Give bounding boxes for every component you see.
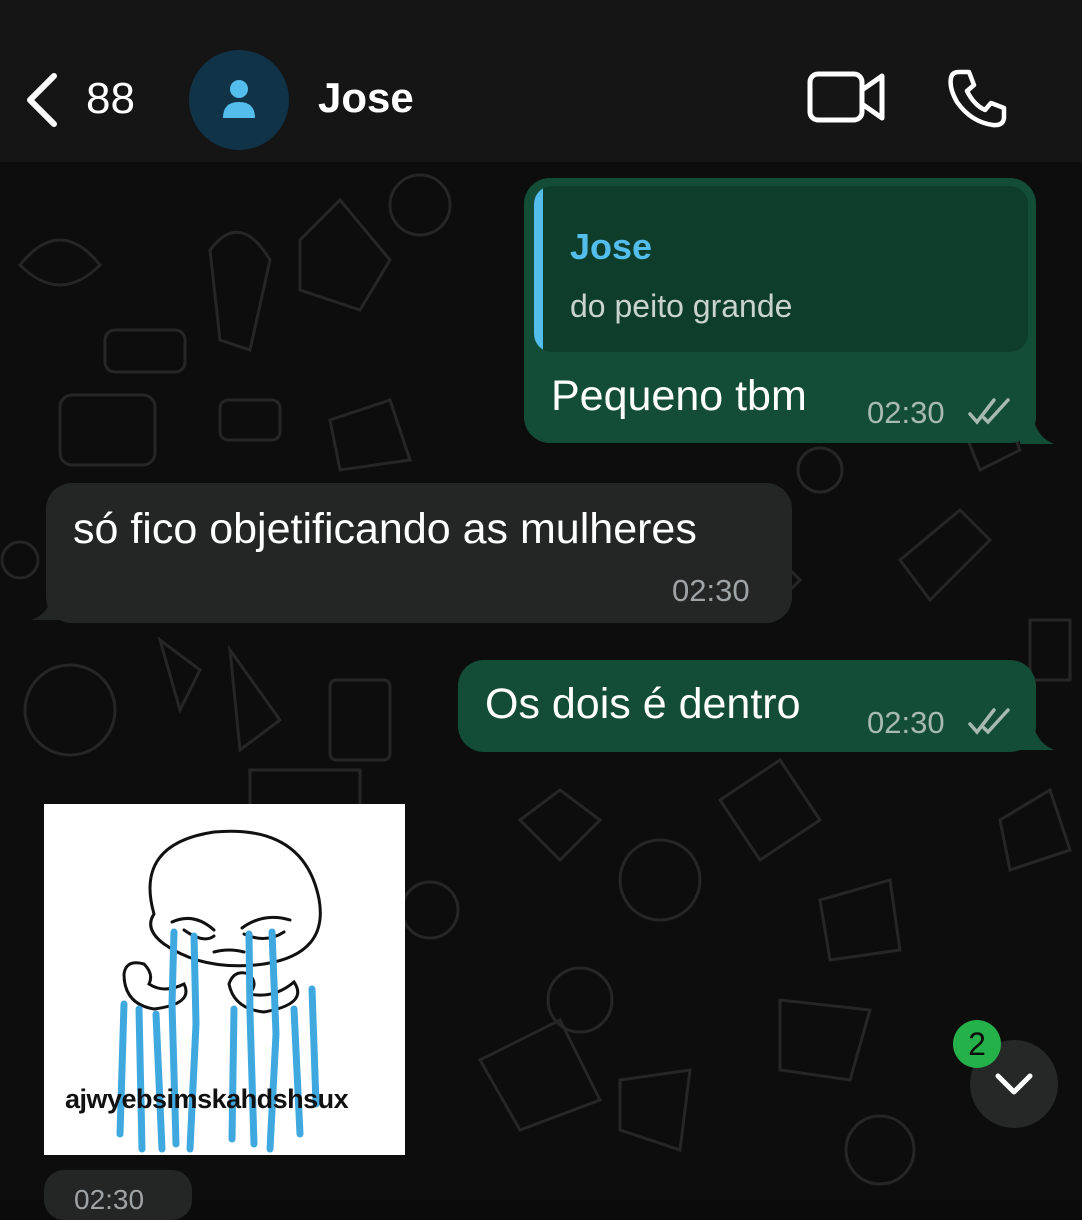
phone-icon xyxy=(948,69,1007,128)
sticker-message[interactable]: ajwyebsimskahdshsux xyxy=(44,804,405,1155)
back-button[interactable] xyxy=(20,70,70,130)
message-text: Pequeno tbm xyxy=(551,372,807,420)
sticker-time-pill: 02:30 xyxy=(44,1170,192,1220)
incoming-message[interactable]: só fico objetificando as mulheres 02:30 xyxy=(46,483,792,623)
double-check-icon xyxy=(968,398,1010,425)
contact-name[interactable]: Jose xyxy=(318,74,414,122)
message-text: Os dois é dentro xyxy=(485,680,801,728)
message-time: 02:30 xyxy=(74,1184,145,1215)
quoted-message[interactable]: Jose do peito grande xyxy=(534,186,1028,352)
voice-call-button[interactable] xyxy=(945,66,1009,130)
video-camera-icon xyxy=(807,71,885,123)
unread-chats-count[interactable]: 88 xyxy=(86,74,135,124)
person-icon xyxy=(223,80,255,118)
message-text: só fico objetificando as mulheres xyxy=(73,505,697,553)
message-time: 02:30 xyxy=(867,395,945,430)
outgoing-message[interactable]: Jose do peito grande Pequeno tbm 02:30 xyxy=(524,178,1036,443)
message-time: 02:30 xyxy=(867,705,945,740)
unread-count-badge: 2 xyxy=(953,1020,1001,1068)
message-time: 02:30 xyxy=(672,573,750,608)
outgoing-message[interactable]: Os dois é dentro 02:30 xyxy=(458,660,1036,752)
sticker-caption: ajwyebsimskahdshsux xyxy=(65,1084,349,1114)
video-call-button[interactable] xyxy=(806,68,886,126)
quoted-author: Jose xyxy=(570,226,653,267)
quote-bar xyxy=(534,186,543,352)
double-check-icon xyxy=(968,708,1010,735)
back-chevron-icon xyxy=(27,73,57,127)
quoted-text: do peito grande xyxy=(570,288,793,324)
avatar[interactable] xyxy=(189,50,289,150)
chat-header: 88 Jose xyxy=(0,0,1082,162)
